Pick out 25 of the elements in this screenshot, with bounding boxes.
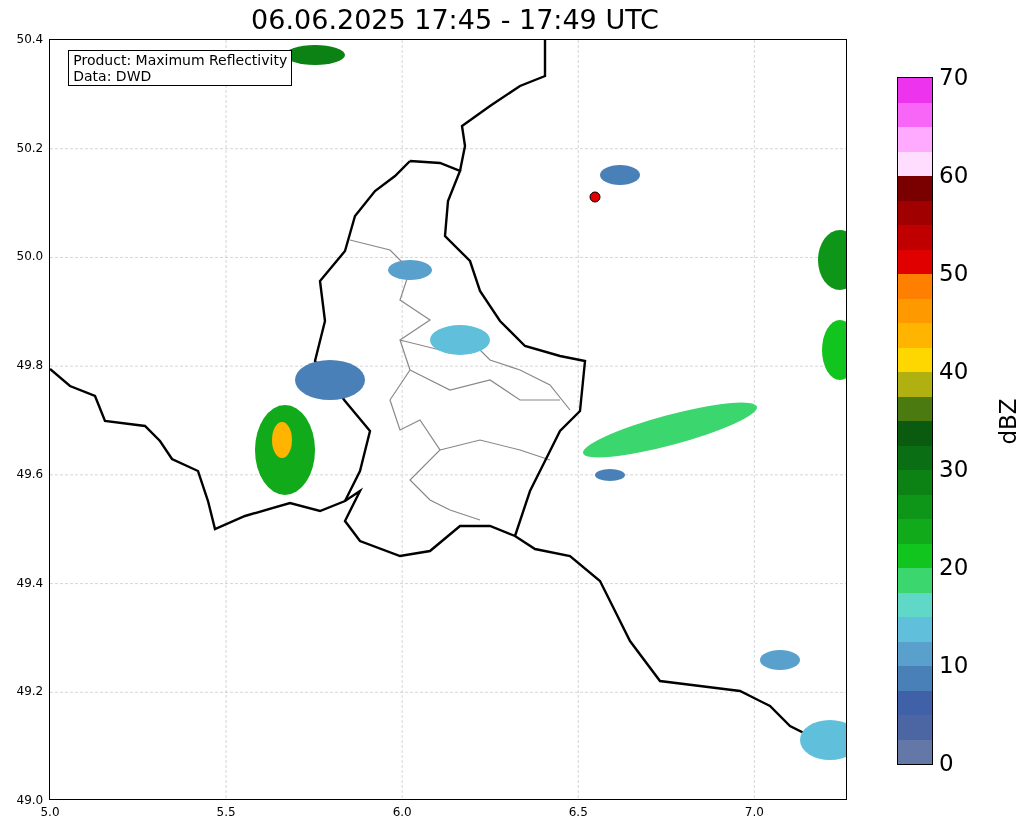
colorbar-tick-label: 60: [939, 163, 969, 187]
y-tick-label: 50.0: [16, 250, 44, 263]
y-tick-label: 49.4: [16, 576, 44, 589]
y-tick-label: 49.0: [16, 794, 44, 806]
x-tick-label: 5.5: [216, 806, 236, 818]
colorbar-tick-label: 30: [939, 457, 969, 481]
x-tick-label: 6.5: [568, 806, 588, 818]
colorbar-tick-label: 40: [939, 359, 969, 383]
colorbar-tick-label: 10: [939, 653, 969, 677]
y-tick-label: 49.2: [16, 685, 44, 698]
y-tick-label: 50.2: [16, 141, 44, 154]
colorbar-label: dBZ: [996, 397, 1020, 445]
y-tick-label: 49.6: [16, 467, 44, 480]
x-tick-label: 7.0: [744, 806, 764, 818]
y-tick-label: 49.8: [16, 359, 44, 372]
info-text: Product: Maximum Reflectivity: [73, 52, 288, 68]
colorbar-tick-label: 50: [939, 261, 969, 285]
colorbar-tick-label: 70: [939, 65, 969, 89]
y-tick-label: 50.4: [16, 33, 44, 45]
x-tick-label: 5.0: [40, 806, 60, 818]
colorbar-tick-label: 0: [939, 751, 954, 775]
chart-title: 06.06.2025 17:45 - 17:49 UTC: [251, 6, 659, 33]
info-text: Data: DWD: [73, 68, 153, 84]
x-tick-label: 6.0: [392, 806, 412, 818]
colorbar-tick-label: 20: [939, 555, 969, 579]
